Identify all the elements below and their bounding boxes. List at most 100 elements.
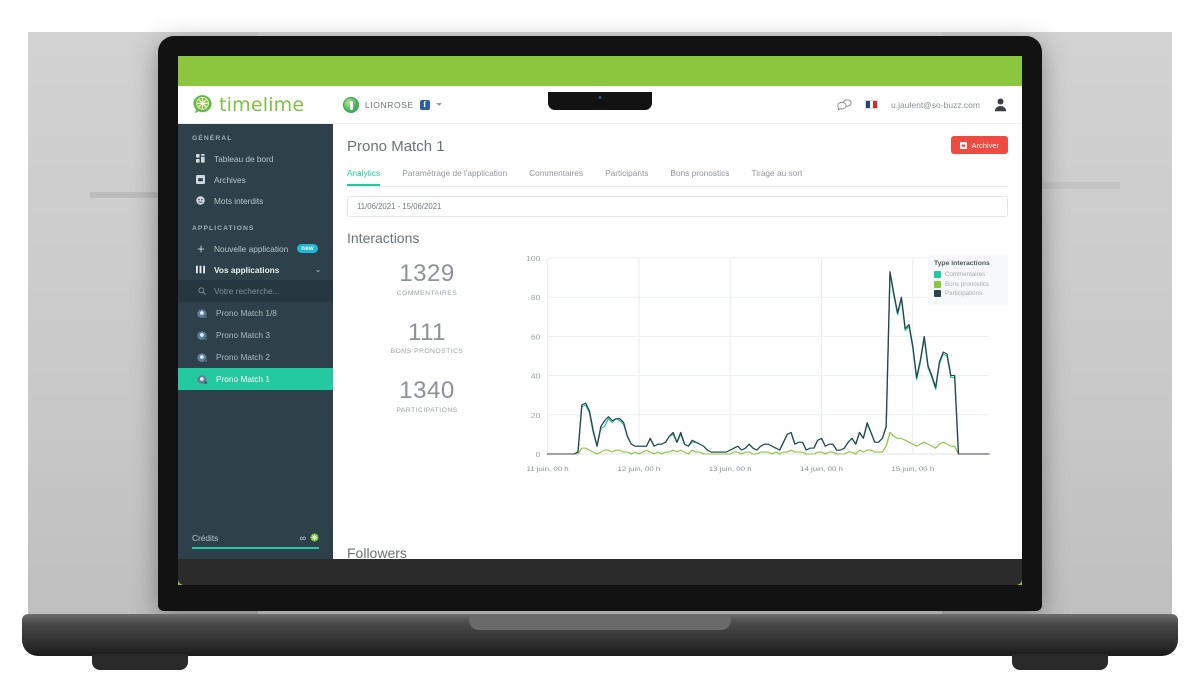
svg-text:12 juin, 00 h: 12 juin, 00 h: [617, 465, 660, 473]
tab-bons-pronostics[interactable]: Bons pronostics: [670, 168, 729, 186]
svg-text:0: 0: [536, 451, 541, 459]
search-placeholder-text: Votre recherche...: [214, 286, 280, 296]
sidebar-item-vos-applications[interactable]: Vos applications ⌄: [178, 259, 333, 280]
tab-analytics[interactable]: Analytics: [347, 168, 381, 186]
sidebar-item-mots-interdits[interactable]: Mots interdits: [178, 190, 333, 211]
laptop-screen-area: timelime LIONROSE f u.jaulent@so-buzz.co…: [178, 56, 1022, 585]
legend-label: Participations: [945, 290, 983, 297]
user-email: u.jaulent@so-buzz.com: [891, 99, 980, 110]
svg-text:80: 80: [531, 294, 541, 302]
stat-bons-pronostics: 111 BONS PRONOSTICS: [347, 319, 507, 356]
credits-widget: Crédits ∞: [178, 533, 333, 560]
brand-selector[interactable]: LIONROSE f: [343, 96, 442, 113]
tab-participants[interactable]: Participants: [605, 168, 648, 186]
app-screen: timelime LIONROSE f u.jaulent@so-buzz.co…: [178, 86, 1022, 559]
brand-name: LIONROSE: [365, 99, 414, 110]
legend-swatch: [934, 271, 941, 278]
sidebar-item-tableau-de-bord[interactable]: Tableau de bord: [178, 148, 333, 169]
sidebar-section-general: GÉNÉRAL: [192, 135, 233, 142]
stat-label: COMMENTAIRES: [396, 289, 458, 297]
stat-commentaires: 1329 COMMENTAIRES: [347, 260, 507, 297]
tab-tirage-au-sort[interactable]: Tirage au sort: [751, 168, 802, 186]
sidebar-app-label: Prono Match 1: [216, 374, 270, 384]
sidebar-item-nouvelle-application[interactable]: Nouvelle application new: [178, 238, 333, 259]
main-content: Prono Match 1 Archiver Analytics Paramét…: [333, 124, 1022, 559]
search-icon: [198, 287, 206, 295]
legend-item-commentaires[interactable]: Commentaires: [934, 271, 1002, 278]
app-logo[interactable]: timelime: [178, 94, 333, 116]
svg-text:15 juin, 00 h: 15 juin, 00 h: [891, 465, 934, 473]
credits-value: ∞: [299, 532, 306, 543]
gear-app-icon: [197, 352, 208, 363]
credits-progress-bar: [192, 546, 319, 549]
sidebar-item-label: Tableau de bord: [214, 153, 274, 164]
app-body: GÉNÉRAL Tableau de bord Archives Mots in…: [178, 124, 1022, 559]
webcam-notch: [548, 92, 652, 110]
svg-text:13 juin, 00 h: 13 juin, 00 h: [709, 465, 752, 473]
app-logo-text: timelime: [219, 93, 305, 116]
archive-box-icon: [196, 175, 205, 184]
chat-bubbles-icon[interactable]: [837, 98, 852, 111]
gear-app-icon: [197, 330, 208, 341]
chevron-down-icon: ⌄: [315, 266, 321, 274]
laptop-base: [22, 614, 1178, 656]
svg-text:100: 100: [526, 255, 541, 263]
legend-swatch: [934, 290, 941, 297]
user-avatar-icon[interactable]: [993, 97, 1008, 112]
sidebar-app-prono-match-2[interactable]: Prono Match 2: [178, 346, 333, 368]
legend-swatch: [934, 280, 941, 288]
sidebar-item-label: Mots interdits: [214, 195, 264, 206]
svg-text:40: 40: [531, 372, 541, 380]
stat-number: 1329: [399, 260, 455, 287]
legend-label: Commentaires: [945, 271, 986, 278]
stat-label: PARTICIPATIONS: [396, 406, 458, 414]
dashboard-grid-icon: [196, 154, 205, 163]
forbidden-face-icon: [196, 196, 205, 205]
chart-legend: Type interactions Commentaires Bons pron…: [928, 255, 1008, 305]
svg-text:14 juin, 00 h: 14 juin, 00 h: [800, 465, 843, 473]
stats-column: 1329 COMMENTAIRES 111 BONS PRONOSTICS 13…: [347, 250, 507, 485]
sidebar-app-prono-match-1-8[interactable]: Prono Match 1/8: [178, 302, 333, 324]
sidebar-section-applications: APPLICATIONS: [192, 225, 255, 232]
laptop-base-notch: [469, 616, 731, 630]
sidebar-item-archives[interactable]: Archives: [178, 169, 333, 190]
tab-bar: Analytics Paramétrage de l'application C…: [347, 168, 1008, 187]
sidebar-app-label: Prono Match 3: [216, 330, 270, 340]
archive-button-label: Archiver: [971, 140, 999, 150]
french-flag-icon[interactable]: [865, 100, 879, 109]
sidebar: GÉNÉRAL Tableau de bord Archives Mots in…: [178, 124, 333, 559]
gear-app-icon: [197, 374, 208, 385]
facebook-icon: f: [419, 99, 430, 110]
lime-coin-icon: [310, 533, 319, 542]
topbar-right-cluster: u.jaulent@so-buzz.com: [837, 97, 1022, 112]
tab-parametrage[interactable]: Paramétrage de l'application: [402, 168, 507, 186]
laptop-foot-left: [92, 654, 188, 670]
stat-participations: 1340 PARTICIPATIONS: [347, 377, 507, 414]
section-heading-interactions: Interactions: [347, 230, 420, 246]
interactions-line-chart: 0 20 40 60 80 100 11 juin, 00 h 12 juin, 00 h 13…: [507, 250, 1008, 485]
plus-icon: [196, 244, 205, 253]
svg-text:20: 20: [531, 411, 541, 419]
laptop-foot-right: [1012, 654, 1108, 670]
credits-label: Crédits: [192, 532, 219, 543]
sidebar-item-label: Archives: [214, 174, 246, 185]
svg-text:60: 60: [531, 333, 541, 341]
sidebar-app-label: Prono Match 2: [216, 352, 270, 362]
sidebar-item-label: Vos applications: [214, 264, 280, 275]
columns-icon: [196, 265, 205, 274]
tab-commentaires[interactable]: Commentaires: [529, 168, 583, 186]
new-badge: new: [297, 244, 318, 253]
sidebar-app-prono-match-1[interactable]: Prono Match 1: [178, 368, 333, 390]
lime-speech-bubble-icon: [192, 94, 213, 115]
interactions-section: 1329 COMMENTAIRES 111 BONS PRONOSTICS 13…: [347, 250, 1008, 485]
sidebar-app-prono-match-3[interactable]: Prono Match 3: [178, 324, 333, 346]
credits-value-group: ∞: [300, 533, 319, 543]
legend-item-bons-pronostics[interactable]: Bons pronostics: [934, 280, 1002, 288]
archive-button[interactable]: Archiver: [951, 136, 1008, 154]
date-range-picker[interactable]: 11/06/2021 - 15/06/2021: [347, 196, 1008, 217]
stat-number: 111: [408, 318, 446, 346]
legend-item-participations[interactable]: Participations: [934, 290, 1002, 297]
section-heading-followers: Followers: [347, 545, 407, 559]
search-input[interactable]: Votre recherche...: [178, 280, 333, 302]
stat-number: 1340: [399, 377, 455, 405]
